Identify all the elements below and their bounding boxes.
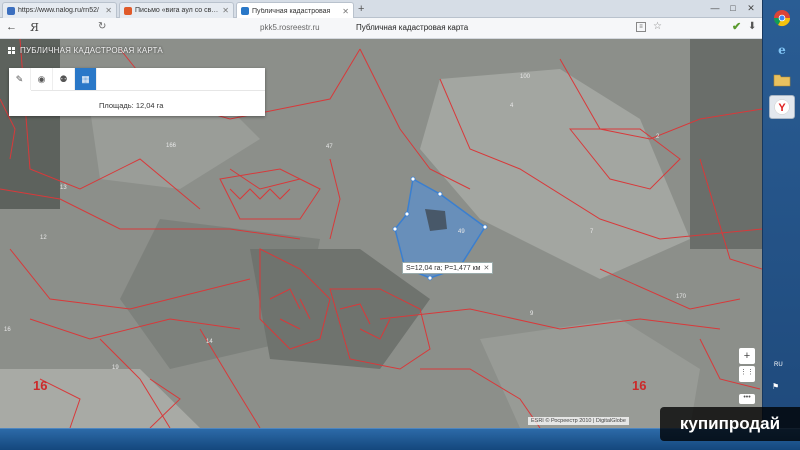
bookmark-icon[interactable]: ☆: [653, 21, 662, 32]
new-tab-button[interactable]: +: [358, 2, 364, 16]
area-result: Площадь: 12,04 га: [99, 101, 164, 110]
view-tool-button[interactable]: ◉: [31, 68, 53, 90]
plot-number: 14: [206, 339, 213, 345]
plot-number: 19: [112, 365, 119, 371]
folder-icon[interactable]: [769, 68, 795, 92]
download-icon[interactable]: ⬇: [748, 21, 756, 32]
more-button[interactable]: •••: [739, 394, 755, 404]
people-icon: ⚉: [59, 73, 68, 84]
browser-window: https://www.nalog.ru/rn52/ ✕ Письмо «виг…: [0, 0, 762, 428]
plot-number: 13: [60, 185, 67, 191]
eye-icon: ◉: [37, 73, 46, 84]
watermark: купипродай: [660, 407, 800, 441]
close-icon[interactable]: ✕: [105, 6, 112, 15]
yandex-browser-icon[interactable]: Y: [769, 95, 795, 119]
close-window-button[interactable]: ✕: [742, 1, 760, 15]
plot-number: 166: [166, 143, 177, 149]
svg-text:Y: Y: [778, 102, 786, 114]
app-title: ПУБЛИЧНАЯ КАДАСТРОВАЯ КАРТА: [8, 46, 163, 55]
back-button[interactable]: ←: [6, 21, 17, 33]
tab-rosreestr[interactable]: Публичная кадастровая ✕: [236, 2, 354, 19]
quarter-number: 16: [632, 378, 647, 393]
plot-number: 49: [458, 229, 465, 235]
ruler-tool-button[interactable]: ✎: [9, 68, 31, 90]
nalog-icon: [7, 6, 15, 15]
refresh-icon[interactable]: ↻: [98, 21, 106, 32]
plot-number: 170: [676, 294, 687, 300]
flag-icon[interactable]: ⚑: [772, 382, 779, 391]
divider: [31, 90, 265, 91]
app-title-text: ПУБЛИЧНАЯ КАДАСТРОВАЯ КАРТА: [20, 46, 163, 55]
page-title: Публичная кадастровая карта: [356, 23, 469, 32]
tab-mail[interactable]: Письмо «вига аул со своей» ✕: [119, 2, 234, 18]
quarter-number: 16: [33, 378, 48, 393]
measure-label-text: S=12,04 га; P=1,477 км: [406, 265, 481, 272]
plot-number: 16: [4, 327, 11, 333]
plot-number: 9: [530, 311, 534, 317]
reader-mode-icon[interactable]: ≡: [636, 22, 646, 32]
ruler-icon: ✎: [15, 73, 24, 84]
map-attribution: ESRI © Росреестр 2010 | DigitalGlobe: [528, 417, 629, 425]
measure-label: S=12,04 га; P=1,477 км ✕: [402, 262, 494, 274]
plot-number: 7: [590, 229, 594, 235]
zoom-in-button[interactable]: +: [739, 348, 755, 364]
minimize-button[interactable]: —: [706, 1, 724, 15]
close-icon[interactable]: ✕: [342, 7, 349, 16]
url-field[interactable]: pkk5.rosreestr.ru: [260, 23, 320, 32]
plot-number: 100: [520, 74, 531, 80]
cadastral-map[interactable]: ПУБЛИЧНАЯ КАДАСТРОВАЯ КАРТА ✎ ◉ ⚉ ▦ Площ…: [0, 39, 762, 428]
measure-area-icon: ▦: [81, 73, 90, 84]
close-icon[interactable]: ✕: [484, 265, 490, 272]
tool-panel: ✎ ◉ ⚉ ▦ Площадь: 12,04 га: [9, 68, 265, 116]
language-indicator[interactable]: RU: [774, 362, 783, 368]
layers-button[interactable]: ⋮⋮: [739, 366, 755, 382]
maximize-button[interactable]: □: [724, 1, 742, 15]
yandex-logo[interactable]: Я: [30, 21, 39, 34]
grid-icon[interactable]: [8, 47, 15, 54]
address-bar: ← Я ↻ pkk5.rosreestr.ru Публичная кадаст…: [0, 18, 762, 39]
tab-label: Публичная кадастровая: [252, 7, 331, 15]
plot-number: 4: [510, 103, 514, 109]
tab-nalog[interactable]: https://www.nalog.ru/rn52/ ✕: [2, 2, 117, 18]
ie-icon[interactable]: e: [769, 38, 795, 62]
measure-area-tool-button[interactable]: ▦: [75, 68, 97, 90]
close-icon[interactable]: ✕: [222, 6, 229, 15]
mail-icon: [124, 6, 132, 15]
tab-label: Письмо «вига аул со своей»: [135, 7, 220, 14]
plot-number: 12: [40, 235, 47, 241]
plot-number: 47: [326, 144, 333, 150]
plot-number: 2: [656, 134, 660, 140]
people-tool-button[interactable]: ⚉: [53, 68, 75, 90]
tab-bar: https://www.nalog.ru/rn52/ ✕ Письмо «виг…: [0, 0, 762, 19]
rosreestr-icon: [241, 7, 249, 15]
protect-icon[interactable]: ✔: [732, 20, 741, 33]
chrome-icon[interactable]: [769, 6, 795, 30]
tab-label: https://www.nalog.ru/rn52/: [18, 7, 99, 14]
